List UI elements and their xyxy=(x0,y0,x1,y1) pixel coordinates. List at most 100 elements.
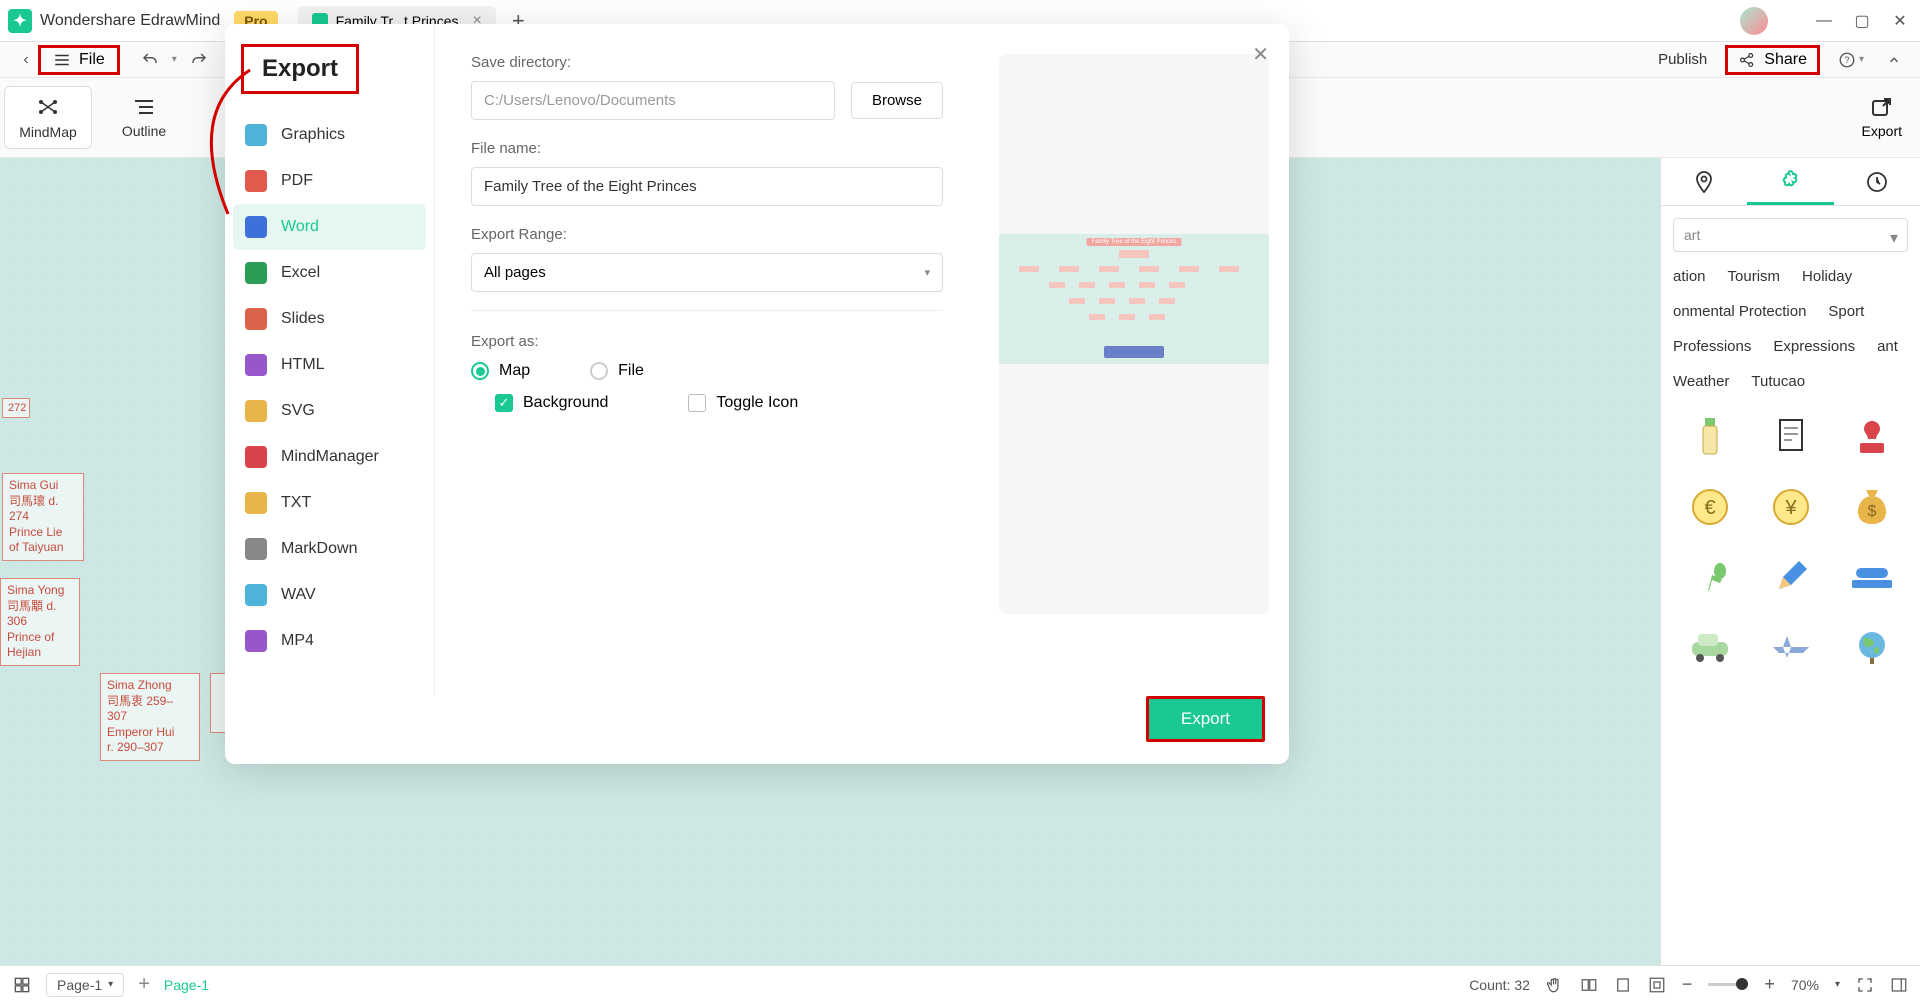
page-selector-label: Page-1 xyxy=(57,977,102,993)
export-range-select[interactable]: All pages ▾ xyxy=(471,253,943,292)
clipart-tab[interactable] xyxy=(1747,158,1833,205)
undo-dropdown-icon[interactable]: ▾ xyxy=(172,54,177,65)
mindmap-view-button[interactable]: MindMap xyxy=(4,86,92,149)
clipart-pencil-icon[interactable] xyxy=(1758,550,1823,604)
radio-file[interactable]: File xyxy=(590,362,644,380)
zoom-value[interactable]: 70% xyxy=(1791,977,1819,993)
category-item[interactable]: Sport xyxy=(1828,303,1864,320)
category-item[interactable]: Expressions xyxy=(1773,338,1855,355)
file-name-input[interactable] xyxy=(471,167,943,206)
checkbox-toggle-icon[interactable]: Toggle Icon xyxy=(688,394,798,412)
format-pdf[interactable]: PDF xyxy=(225,158,434,204)
radio-map[interactable]: Map xyxy=(471,362,530,380)
publish-button[interactable]: Publish xyxy=(1658,51,1707,68)
format-excel[interactable]: Excel xyxy=(225,250,434,296)
category-item[interactable]: ation xyxy=(1673,268,1706,285)
zoom-out-button[interactable]: − xyxy=(1682,974,1693,995)
export-toolbar-button[interactable]: Export xyxy=(1862,97,1902,139)
category-item[interactable]: Holiday xyxy=(1802,268,1852,285)
status-right: Count: 32 − + 70% ▾ xyxy=(1469,974,1908,995)
clipart-document-icon[interactable] xyxy=(1758,410,1823,464)
clipart-lamp-icon[interactable] xyxy=(1677,550,1742,604)
export-confirm-button[interactable]: Export xyxy=(1146,696,1265,742)
format-slides[interactable]: Slides xyxy=(225,296,434,342)
user-avatar[interactable] xyxy=(1740,7,1768,35)
add-page-button[interactable]: + xyxy=(138,973,150,996)
maximize-button[interactable]: ▢ xyxy=(1850,9,1874,33)
format-txt[interactable]: TXT xyxy=(225,480,434,526)
browse-button[interactable]: Browse xyxy=(851,82,943,119)
format-word[interactable]: Word xyxy=(233,204,426,250)
collapse-ribbon-button[interactable] xyxy=(1882,48,1906,72)
format-svg[interactable]: SVG xyxy=(225,388,434,434)
zoom-in-button[interactable]: + xyxy=(1764,974,1775,995)
outline-label: Outline xyxy=(122,123,166,139)
category-item[interactable]: Tourism xyxy=(1728,268,1781,285)
file-menu-button[interactable]: File xyxy=(38,45,120,75)
html-icon xyxy=(245,354,267,376)
canvas-node[interactable]: Sima Zhong 司馬衷 259–307 Emperor Hui r. 29… xyxy=(100,673,200,761)
svg-text:$: $ xyxy=(1867,503,1876,520)
history-tab[interactable] xyxy=(1834,158,1920,205)
category-item[interactable]: Weather xyxy=(1673,373,1729,390)
format-wav[interactable]: WAV xyxy=(225,572,434,618)
help-button[interactable]: ? ▾ xyxy=(1838,51,1864,69)
category-item[interactable]: Tutucao xyxy=(1751,373,1805,390)
category-item[interactable]: Professions xyxy=(1673,338,1751,355)
close-modal-button[interactable]: ✕ xyxy=(1252,42,1269,67)
sidebar-toggle-icon[interactable] xyxy=(1890,976,1908,994)
canvas-node[interactable]: Sima Gui 司馬瓌 d. 274 Prince Lie of Taiyua… xyxy=(2,473,84,561)
close-window-button[interactable]: ✕ xyxy=(1888,9,1912,33)
canvas-node[interactable]: 272 xyxy=(2,398,30,418)
fit-view-icon[interactable] xyxy=(1648,976,1666,994)
zoom-slider[interactable] xyxy=(1708,983,1748,986)
book-view-icon[interactable] xyxy=(1580,976,1598,994)
category-item[interactable]: ant xyxy=(1877,338,1898,355)
clipart-categories: ation Tourism Holiday onmental Protectio… xyxy=(1661,264,1920,394)
clipart-stapler-icon[interactable] xyxy=(1839,550,1904,604)
redo-button[interactable] xyxy=(187,48,211,72)
page-view-icon[interactable] xyxy=(1614,976,1632,994)
clipart-car-icon[interactable] xyxy=(1677,620,1742,674)
share-label: Share xyxy=(1764,51,1807,69)
format-markdown[interactable]: MarkDown xyxy=(225,526,434,572)
clipart-category-select[interactable]: ▾ xyxy=(1673,218,1908,252)
format-html[interactable]: HTML xyxy=(225,342,434,388)
pages-icon[interactable] xyxy=(12,975,32,995)
clipart-glue-icon[interactable] xyxy=(1677,410,1742,464)
format-mp4[interactable]: MP4 xyxy=(225,618,434,664)
save-directory-input[interactable] xyxy=(471,81,835,120)
outline-view-button[interactable]: Outline xyxy=(100,86,188,149)
category-item[interactable]: onmental Protection xyxy=(1673,303,1806,320)
radio-checked-icon xyxy=(471,362,489,380)
checkbox-background[interactable]: ✓ Background xyxy=(495,394,608,412)
clipart-airplane-icon[interactable] xyxy=(1758,620,1823,674)
location-tab[interactable] xyxy=(1661,158,1747,205)
clipart-yen-icon[interactable]: ¥ xyxy=(1758,480,1823,534)
clipart-money-bag-icon[interactable]: $ xyxy=(1839,480,1904,534)
zoom-dropdown-icon[interactable]: ▾ xyxy=(1835,979,1840,990)
flower-icon xyxy=(1778,168,1802,192)
clipart-euro-icon[interactable]: € xyxy=(1677,480,1742,534)
clipart-grid: € ¥ $ xyxy=(1661,394,1920,690)
hand-tool-icon[interactable] xyxy=(1546,976,1564,994)
graphics-icon xyxy=(245,124,267,146)
canvas-node[interactable]: Sima Yong 司馬顒 d. 306 Prince of Hejian xyxy=(0,578,80,666)
file-name-label: File name: xyxy=(471,140,943,157)
back-button[interactable]: ‹ xyxy=(14,48,38,72)
share-button[interactable]: Share xyxy=(1725,45,1820,75)
page-selector[interactable]: Page-1 ▾ xyxy=(46,973,124,997)
minimize-button[interactable]: — xyxy=(1812,9,1836,33)
format-graphics[interactable]: Graphics xyxy=(225,112,434,158)
fullscreen-icon[interactable] xyxy=(1856,976,1874,994)
clipart-category-input[interactable] xyxy=(1673,218,1908,252)
pdf-icon xyxy=(245,170,267,192)
format-mindmanager[interactable]: MindManager xyxy=(225,434,434,480)
clipart-stamp-icon[interactable] xyxy=(1839,410,1904,464)
checkbox-checked-icon: ✓ xyxy=(495,394,513,412)
export-range-label: Export Range: xyxy=(471,226,943,243)
undo-button[interactable] xyxy=(138,48,162,72)
page-tab[interactable]: Page-1 xyxy=(164,977,209,993)
clipart-globe-icon[interactable] xyxy=(1839,620,1904,674)
chevron-down-icon: ▾ xyxy=(924,266,930,279)
